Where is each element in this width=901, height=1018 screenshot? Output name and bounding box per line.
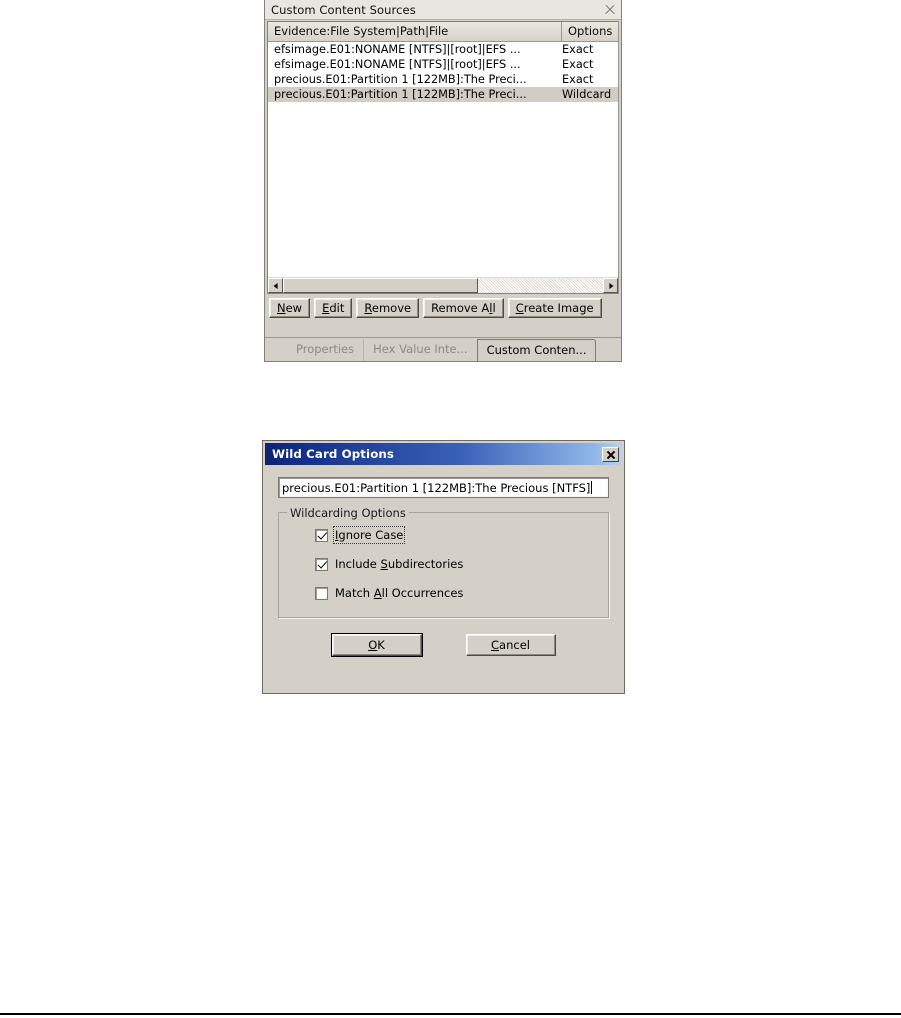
tab-strip: Properties Hex Value Inte... Custom Cont… bbox=[265, 337, 621, 361]
column-header-evidence[interactable]: Evidence:File System|Path|File bbox=[268, 22, 562, 41]
scrollbar-thumb[interactable] bbox=[283, 278, 479, 293]
arrow-right-icon[interactable] bbox=[603, 278, 618, 293]
close-icon[interactable] bbox=[603, 3, 617, 17]
page-bottom-rule bbox=[0, 1013, 901, 1015]
arrow-left-icon[interactable] bbox=[268, 278, 283, 293]
table-row-selected[interactable]: precious.E01:Partition 1 [122MB]:The Pre… bbox=[268, 87, 618, 102]
dialog-title: Custom Content Sources bbox=[271, 2, 416, 17]
cell-options: Wildcard bbox=[562, 88, 612, 101]
cell-options: Exact bbox=[562, 58, 594, 71]
table-row[interactable]: precious.E01:Partition 1 [122MB]:The Pre… bbox=[268, 72, 618, 87]
checkbox-label: Ignore Case bbox=[332, 526, 406, 544]
dialog-title: Wild Card Options bbox=[272, 447, 395, 461]
checkbox-include-subdirectories[interactable]: Include Subdirectories bbox=[293, 554, 598, 574]
action-button-row: New Edit Remove Remove All Create Image bbox=[265, 294, 621, 321]
cell-options: Exact bbox=[562, 43, 594, 56]
close-icon[interactable] bbox=[602, 446, 619, 462]
checkbox-label: Match All Occurrences bbox=[335, 586, 464, 600]
cell-evidence: efsimage.E01:NONAME [NTFS]|[root]|EFS ..… bbox=[274, 43, 521, 56]
path-input[interactable]: precious.E01:Partition 1 [122MB]:The Pre… bbox=[278, 477, 609, 498]
cell-evidence: efsimage.E01:NONAME [NTFS]|[root]|EFS ..… bbox=[274, 58, 521, 71]
list-rows: efsimage.E01:NONAME [NTFS]|[root]|EFS ..… bbox=[268, 42, 618, 277]
list-header-row: Evidence:File System|Path|File Options bbox=[268, 22, 618, 42]
text-caret bbox=[591, 481, 593, 494]
cell-evidence: precious.E01:Partition 1 [122MB]:The Pre… bbox=[274, 88, 527, 101]
cancel-button[interactable]: Cancel bbox=[465, 634, 556, 656]
new-button[interactable]: New bbox=[269, 298, 311, 318]
scrollbar-track[interactable] bbox=[283, 278, 603, 293]
custom-content-sources-dialog: Custom Content Sources Evidence:File Sys… bbox=[264, 0, 622, 362]
checkbox-ignore-case[interactable]: Ignore Case bbox=[293, 525, 598, 545]
create-image-button[interactable]: Create Image bbox=[507, 298, 602, 318]
checkbox-match-all-occurrences[interactable]: Match All Occurrences bbox=[293, 583, 598, 603]
table-row[interactable]: efsimage.E01:NONAME [NTFS]|[root]|EFS ..… bbox=[268, 42, 618, 57]
path-input-value: precious.E01:Partition 1 [122MB]:The Pre… bbox=[282, 480, 591, 495]
checkbox-checked-icon[interactable] bbox=[315, 557, 328, 571]
wild-card-options-dialog: Wild Card Options precious.E01:Partition… bbox=[262, 440, 625, 694]
checkbox-checked-icon[interactable] bbox=[315, 528, 328, 542]
checkbox-unchecked-icon[interactable] bbox=[315, 586, 328, 600]
dialog-titlebar: Wild Card Options bbox=[265, 443, 622, 465]
edit-button[interactable]: Edit bbox=[314, 298, 353, 318]
tab-properties[interactable]: Properties bbox=[287, 339, 364, 361]
horizontal-scrollbar[interactable] bbox=[268, 277, 618, 293]
group-label: Wildcarding Options bbox=[287, 506, 409, 520]
dialog-titlebar: Custom Content Sources bbox=[265, 0, 621, 20]
dialog-body: precious.E01:Partition 1 [122MB]:The Pre… bbox=[265, 465, 622, 657]
column-header-options[interactable]: Options bbox=[562, 22, 618, 41]
content-sources-list: Evidence:File System|Path|File Options e… bbox=[267, 21, 619, 294]
tab-hex-value-interpreter[interactable]: Hex Value Inte... bbox=[363, 339, 477, 361]
checkbox-label: Include Subdirectories bbox=[335, 557, 464, 571]
tab-custom-content[interactable]: Custom Conten... bbox=[476, 339, 597, 361]
cell-options: Exact bbox=[562, 73, 594, 86]
dialog-footer: OK Cancel bbox=[278, 633, 609, 657]
cell-evidence: precious.E01:Partition 1 [122MB]:The Pre… bbox=[274, 73, 527, 86]
table-row[interactable]: efsimage.E01:NONAME [NTFS]|[root]|EFS ..… bbox=[268, 57, 618, 72]
remove-button[interactable]: Remove bbox=[356, 298, 420, 318]
ok-button[interactable]: OK bbox=[330, 633, 423, 657]
remove-all-button[interactable]: Remove All bbox=[423, 298, 504, 318]
wildcarding-options-group: Wildcarding Options Ignore Case Include … bbox=[278, 506, 609, 618]
